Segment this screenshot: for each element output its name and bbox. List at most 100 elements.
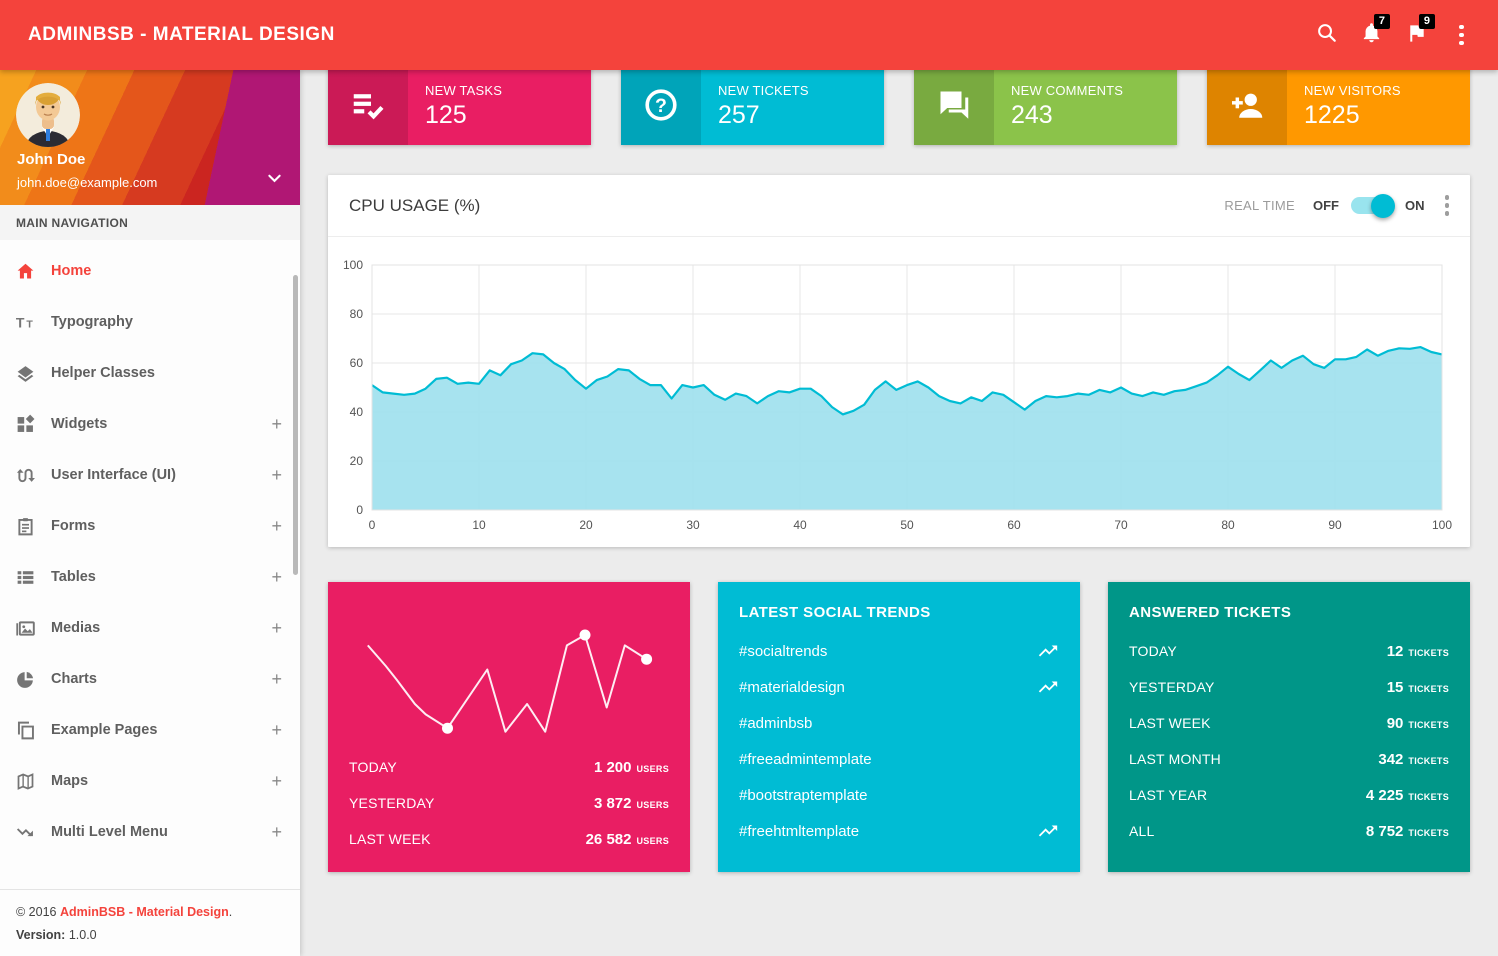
info-box-label: NEW TASKS — [425, 83, 591, 98]
sidebar-item-label: Maps — [51, 773, 88, 789]
hashtag-label: #materialdesign — [739, 679, 845, 696]
typography-icon: TT — [15, 312, 36, 333]
info-box-value: 1225 — [1304, 103, 1470, 128]
trend-row-socialtrends[interactable]: #socialtrends — [739, 633, 1059, 669]
stat-unit: TICKETS — [1408, 792, 1449, 802]
info-box-new-tasks[interactable]: NEW TASKS125 — [328, 65, 591, 145]
cpu-card-header: CPU USAGE (%) REAL TIME OFF ON — [328, 175, 1470, 237]
sidebar-item-home[interactable]: Home — [0, 247, 300, 295]
stat-value-group: 12TICKETS — [1387, 643, 1449, 660]
expand-plus-icon[interactable]: + — [271, 567, 282, 588]
info-box-new-visitors[interactable]: NEW VISITORS 1225 — [1207, 65, 1470, 145]
info-box-label: NEW VISITORS — [1304, 83, 1470, 98]
sidebar-item-widgets[interactable]: Widgets + — [0, 400, 300, 448]
copyright: © 2016 AdminBSB - Material Design. — [16, 905, 284, 919]
expand-plus-icon[interactable]: + — [271, 414, 282, 435]
svg-text:80: 80 — [350, 307, 364, 321]
sidebar-item-medias[interactable]: Medias + — [0, 604, 300, 652]
expand-plus-icon[interactable]: + — [271, 516, 282, 537]
trend-row-freehtmltemplate[interactable]: #freehtmltemplate — [739, 813, 1059, 849]
svg-text:60: 60 — [350, 356, 364, 370]
notifications-button[interactable]: 7 — [1349, 11, 1394, 59]
search-icon — [1315, 21, 1338, 49]
forum-icon — [914, 65, 994, 145]
topbar-menu-button[interactable] — [1439, 11, 1484, 59]
realtime-controls: REAL TIME OFF ON — [1224, 195, 1449, 216]
toggle-off-label: OFF — [1313, 198, 1339, 213]
stat-label: ALL — [1129, 823, 1155, 839]
stat-value-group: 15TICKETS — [1387, 679, 1449, 696]
charts-icon — [15, 669, 36, 690]
expand-plus-icon[interactable]: + — [271, 618, 282, 639]
svg-text:90: 90 — [1328, 518, 1342, 532]
ticket-stat-row: LAST YEAR4 225TICKETS — [1129, 777, 1449, 813]
info-box-new-comments[interactable]: NEW COMMENTS243 — [914, 65, 1177, 145]
ticket-stat-row: YESTERDAY15TICKETS — [1129, 669, 1449, 705]
sidebar-item-label: Tables — [51, 569, 96, 585]
sidebar-footer: © 2016 AdminBSB - Material Design. Versi… — [0, 889, 300, 956]
flags-button[interactable]: 9 — [1394, 11, 1439, 59]
trend-row-freeadmintemplate[interactable]: #freeadmintemplate — [739, 741, 1059, 777]
more-vert-icon — [1459, 25, 1464, 46]
expand-plus-icon[interactable]: + — [271, 720, 282, 741]
sidebar-item-multi-level-menu[interactable]: Multi Level Menu+ — [0, 808, 300, 856]
scrollbar-thumb[interactable] — [293, 275, 298, 575]
stat-value-group: 342TICKETS — [1378, 751, 1449, 768]
medias-icon — [15, 618, 36, 639]
sidebar-item-label: Widgets — [51, 416, 107, 432]
expand-plus-icon[interactable]: + — [271, 771, 282, 792]
trend-row-materialdesign[interactable]: #materialdesign — [739, 669, 1059, 705]
trending-up-icon — [1037, 640, 1059, 662]
sidebar-item-label: Medias — [51, 620, 100, 636]
expand-plus-icon[interactable]: + — [271, 669, 282, 690]
sidebar-item-label: Charts — [51, 671, 97, 687]
svg-text:T: T — [26, 318, 33, 330]
svg-text:0: 0 — [369, 518, 376, 532]
help-icon: ? — [621, 65, 701, 145]
stat-value: 15 — [1387, 679, 1404, 696]
cpu-usage-card: CPU USAGE (%) REAL TIME OFF ON 0 20 40 60 80… — [328, 175, 1470, 547]
sidebar-item-charts[interactable]: Charts + — [0, 655, 300, 703]
sidebar-item-user-interface-ui[interactable]: User Interface (UI)+ — [0, 451, 300, 499]
visitors-sparkline-chart — [328, 600, 690, 748]
stat-label: LAST WEEK — [1129, 715, 1211, 731]
stat-value: 12 — [1387, 643, 1404, 660]
toggle-knob[interactable] — [1371, 194, 1395, 218]
user-menu-toggle[interactable] — [260, 167, 288, 195]
hashtag-label: #freeadmintemplate — [739, 751, 872, 768]
sidebar-scrollbar[interactable] — [293, 205, 298, 956]
sidebar-item-example-pages[interactable]: Example Pages+ — [0, 706, 300, 754]
ticket-stats: TODAY12TICKETSYESTERDAY15TICKETSLAST WEE… — [1108, 633, 1470, 849]
expand-plus-icon[interactable]: + — [271, 822, 282, 843]
trend-row-bootstraptemplate[interactable]: #bootstraptemplate — [739, 777, 1059, 813]
visitor-stats: TODAY1 200USERSYESTERDAY3 872USERSLAST W… — [328, 749, 690, 872]
realtime-toggle[interactable] — [1351, 197, 1393, 214]
visitor-stat-row: TODAY1 200USERS — [349, 749, 669, 785]
sidebar-item-typography[interactable]: TTTypography — [0, 298, 300, 346]
search-button[interactable] — [1304, 11, 1349, 59]
svg-text:20: 20 — [579, 518, 593, 532]
info-box-new-tickets[interactable]: ?NEW TICKETS257 — [621, 65, 884, 145]
svg-text:50: 50 — [900, 518, 914, 532]
ticket-stat-row: ALL 8 752TICKETS — [1129, 813, 1449, 849]
trend-row-adminbsb[interactable]: #adminbsb — [739, 705, 1059, 741]
sidebar-item-tables[interactable]: Tables + — [0, 553, 300, 601]
sidebar-item-helper-classes[interactable]: Helper Classes — [0, 349, 300, 397]
avatar — [16, 83, 80, 147]
hashtag-label: #socialtrends — [739, 643, 827, 660]
sidebar-item-forms[interactable]: Forms+ — [0, 502, 300, 550]
expand-plus-icon[interactable]: + — [271, 465, 282, 486]
cpu-card-menu-icon[interactable] — [1445, 195, 1450, 216]
multi-level-menu-icon — [15, 822, 36, 843]
svg-text:40: 40 — [350, 405, 364, 419]
stat-label: TODAY — [349, 759, 397, 775]
stat-value-group: 8 752TICKETS — [1366, 823, 1449, 840]
stat-label: YESTERDAY — [349, 795, 435, 811]
brand-link[interactable]: AdminBSB - Material Design — [60, 905, 229, 919]
stat-value: 4 225 — [1366, 787, 1404, 804]
ticket-stat-row: LAST WEEK90TICKETS — [1129, 705, 1449, 741]
sidebar-menu: HomeTTTypographyHelper ClassesWidgets+Us… — [0, 240, 300, 889]
trend-list: #socialtrends #materialdesign #adminbsb #fr… — [718, 633, 1080, 849]
sidebar-item-maps[interactable]: Maps + — [0, 757, 300, 805]
stat-label: TODAY — [1129, 643, 1177, 659]
